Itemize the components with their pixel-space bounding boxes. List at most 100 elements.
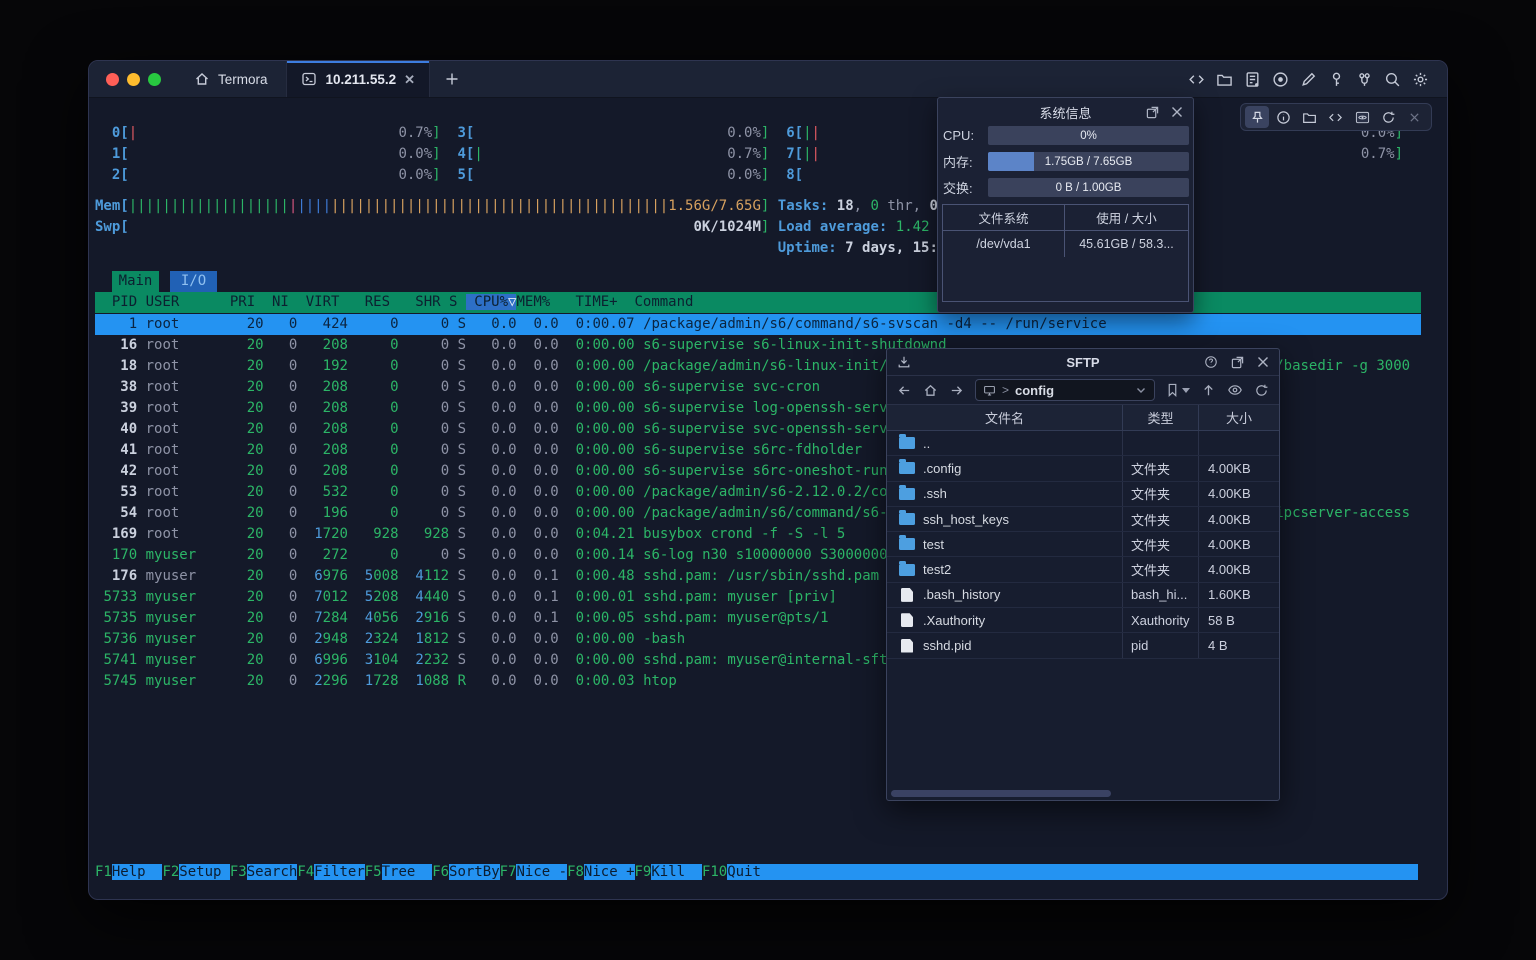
cpu-label: CPU: xyxy=(943,128,988,143)
file-icon xyxy=(901,613,913,627)
process-row[interactable]: 1 root 20 0 424 0 0 S 0.0 0.0 0:00.07 /p… xyxy=(95,314,1421,335)
window-controls xyxy=(89,61,175,97)
back-button[interactable] xyxy=(897,383,912,398)
info-button[interactable] xyxy=(1271,106,1295,128)
file-size xyxy=(1199,431,1279,455)
file-row[interactable]: test2文件夹4.00KB xyxy=(887,557,1279,582)
sftp-file-list: ...config文件夹4.00KB.ssh文件夹4.00KBssh_host_… xyxy=(887,431,1279,659)
htop-function-bar: F1Help F2Setup F3SearchF4FilterF5Tree F6… xyxy=(95,862,1418,883)
chevron-down-icon[interactable] xyxy=(1135,384,1147,396)
pin-button[interactable] xyxy=(1245,106,1269,128)
refresh-button[interactable] xyxy=(1254,383,1269,398)
file-row[interactable]: .XauthorityXauthority58 B xyxy=(887,608,1279,633)
sftp-toolbar: > config xyxy=(887,376,1279,405)
gpu-eye-button[interactable] xyxy=(1350,106,1374,128)
tab-home[interactable]: Termora xyxy=(175,61,286,97)
memory-usage-bar: 1.75GB / 7.65GB xyxy=(988,152,1189,171)
memory-label: 内存: xyxy=(943,152,988,171)
keychain-icon[interactable] xyxy=(1356,71,1373,88)
sftp-empty-area xyxy=(887,659,1279,787)
file-size: 4 B xyxy=(1199,633,1279,657)
close-icon[interactable] xyxy=(1257,356,1269,368)
titlebar-actions xyxy=(1188,61,1447,97)
horizontal-scrollbar[interactable] xyxy=(887,787,1279,800)
file-size: 4.00KB xyxy=(1199,482,1279,506)
edit-icon[interactable] xyxy=(1300,71,1317,88)
computer-icon xyxy=(983,384,996,397)
file-type: 文件夹 xyxy=(1123,532,1199,556)
file-row[interactable]: ssh_host_keys文件夹4.00KB xyxy=(887,507,1279,532)
forward-button[interactable] xyxy=(949,383,964,398)
home-button[interactable] xyxy=(923,383,938,398)
fn-button-help[interactable]: Help xyxy=(112,864,163,880)
fn-key-label: F8 xyxy=(567,864,584,880)
code-button[interactable] xyxy=(1324,106,1348,128)
fn-button-filter[interactable]: Filter xyxy=(314,864,365,880)
cpu-meter-right-fragment: 0.7%] xyxy=(1361,144,1403,165)
fn-key-label: F2 xyxy=(162,864,179,880)
fn-button-nice -[interactable]: Nice - xyxy=(516,864,567,880)
column-header-type[interactable]: 类型 xyxy=(1123,405,1199,430)
fn-button-sortby[interactable]: SortBy xyxy=(449,864,500,880)
minimize-window-button[interactable] xyxy=(127,73,140,86)
fn-button-tree[interactable]: Tree xyxy=(382,864,433,880)
system-info-panel: 系统信息 CPU: 0% 内存: 1.75GB / 7.65GB xyxy=(937,97,1194,313)
file-row[interactable]: test文件夹4.00KB xyxy=(887,532,1279,557)
close-window-button[interactable] xyxy=(106,73,119,86)
folder-button[interactable] xyxy=(1298,106,1322,128)
path-input[interactable]: > config xyxy=(975,379,1155,401)
scrollbar-thumb[interactable] xyxy=(891,790,1111,797)
fn-button-nice +[interactable]: Nice + xyxy=(584,864,635,880)
htop-tab-main[interactable]: Main xyxy=(112,271,159,292)
fn-key-label: F1 xyxy=(95,864,112,880)
file-name: .ssh xyxy=(887,482,1123,506)
fn-button-setup[interactable]: Setup xyxy=(179,864,230,880)
help-icon[interactable] xyxy=(1204,355,1218,369)
bookmark-button[interactable] xyxy=(1166,383,1190,397)
column-header-size[interactable]: 大小 xyxy=(1199,405,1279,430)
fn-button-quit[interactable]: Quit xyxy=(727,864,1418,880)
file-name: .config xyxy=(887,456,1123,480)
file-icon xyxy=(901,639,913,653)
file-row[interactable]: .config文件夹4.00KB xyxy=(887,456,1279,481)
desktop: Termora 10.211.55.2 ✕ 0[| 0.7%] 3[ xyxy=(0,0,1536,960)
file-name: ssh_host_keys xyxy=(887,507,1123,531)
cpu-usage-row: CPU: 0% xyxy=(938,126,1193,145)
htop-table-header[interactable]: PID USER PRI NI VIRT RES SHR S CPU%▽MEM%… xyxy=(95,292,1421,313)
fn-button-kill[interactable]: Kill xyxy=(651,864,702,880)
sftp-header: SFTP xyxy=(887,349,1279,376)
htop-tab-io[interactable]: I/O xyxy=(170,271,217,292)
tab-session[interactable]: 10.211.55.2 ✕ xyxy=(286,61,430,97)
close-toolbar-button[interactable] xyxy=(1403,106,1427,128)
folder-icon xyxy=(899,538,915,550)
session-tab-label: 10.211.55.2 xyxy=(326,72,397,87)
key-icon[interactable] xyxy=(1328,71,1345,88)
column-header-filename[interactable]: 文件名 xyxy=(887,405,1123,430)
folder-icon[interactable] xyxy=(1216,71,1233,88)
memory-usage-row: 内存: 1.75GB / 7.65GB xyxy=(938,152,1193,171)
close-icon[interactable] xyxy=(1171,106,1183,118)
filesystem-row[interactable]: /dev/vda1 45.61GB / 58.3... xyxy=(943,231,1188,257)
fn-button-search[interactable]: Search xyxy=(247,864,298,880)
file-row[interactable]: sshd.pidpid4 B xyxy=(887,633,1279,658)
refresh-button[interactable] xyxy=(1376,106,1400,128)
open-in-window-icon[interactable] xyxy=(1231,356,1244,369)
file-type: pid xyxy=(1123,633,1199,657)
file-size: 4.00KB xyxy=(1199,532,1279,556)
record-icon[interactable] xyxy=(1272,71,1289,88)
caret-down-icon[interactable] xyxy=(1182,388,1190,393)
search-icon[interactable] xyxy=(1384,71,1401,88)
swap-usage-bar: 0 B / 1.00GB xyxy=(988,178,1189,197)
zoom-window-button[interactable] xyxy=(148,73,161,86)
close-tab-icon[interactable]: ✕ xyxy=(404,73,415,86)
file-row[interactable]: .. xyxy=(887,431,1279,456)
settings-icon[interactable] xyxy=(1412,71,1429,88)
show-hidden-button[interactable] xyxy=(1227,382,1243,398)
changelog-icon[interactable] xyxy=(1244,71,1261,88)
up-directory-button[interactable] xyxy=(1201,383,1216,398)
new-tab-button[interactable] xyxy=(430,61,474,97)
file-row[interactable]: .bash_historybash_hi...1.60KB xyxy=(887,583,1279,608)
file-row[interactable]: .ssh文件夹4.00KB xyxy=(887,482,1279,507)
code-icon[interactable] xyxy=(1188,71,1205,88)
open-in-window-icon[interactable] xyxy=(1146,106,1159,119)
